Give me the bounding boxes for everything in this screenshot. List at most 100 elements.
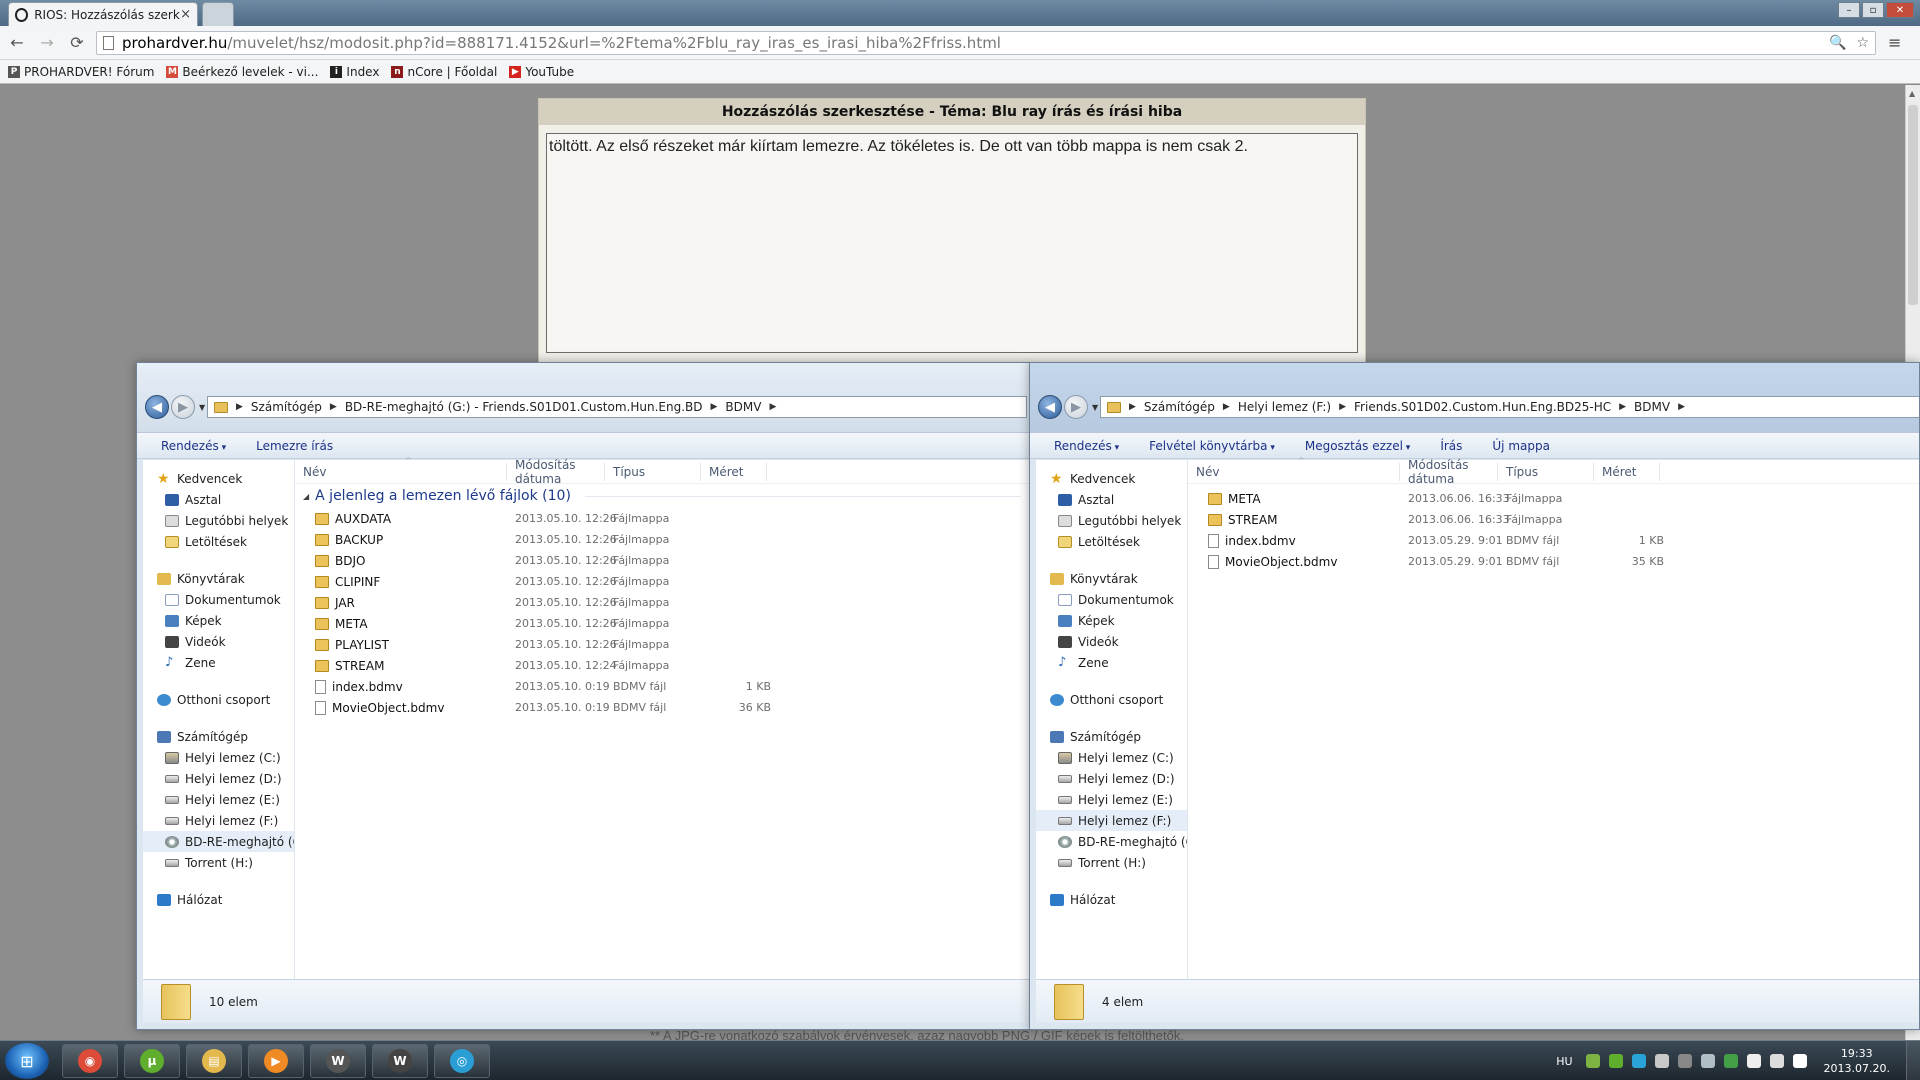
column-header-name[interactable]: Név	[1188, 462, 1400, 481]
nav-item[interactable]: Torrent (H:)	[1036, 852, 1187, 873]
taskbar-button[interactable]: W	[310, 1044, 366, 1078]
file-row[interactable]: META 2013.06.06. 16:33 Fájlmappa	[1188, 488, 1919, 509]
breadcrumb-arrow-icon[interactable]: ▶	[1223, 402, 1230, 412]
nav-item[interactable]: Asztal	[143, 489, 294, 510]
clock[interactable]: 19:33 2013.07.20.	[1824, 1046, 1890, 1076]
file-row[interactable]: index.bdmv 2013.05.10. 0:19 BDMV fájl 1 KB	[295, 676, 1029, 697]
nav-item[interactable]: Képek	[1036, 610, 1187, 631]
steam-tray-icon[interactable]	[1654, 1054, 1669, 1068]
nav-item[interactable]: Helyi lemez (D:)	[143, 768, 294, 789]
file-row[interactable]: META 2013.05.10. 12:26 Fájlmappa	[295, 613, 1029, 634]
file-row[interactable]: index.bdmv 2013.05.29. 9:01 BDMV fájl 1 KB	[1188, 530, 1919, 551]
column-header-date[interactable]: Módosítás dátuma	[507, 458, 605, 486]
display-icon[interactable]	[1769, 1054, 1784, 1068]
browser-menu-button[interactable]: ≡	[1888, 33, 1901, 52]
file-row[interactable]: PLAYLIST 2013.05.10. 12:26 Fájlmappa	[295, 634, 1029, 655]
flag-icon[interactable]	[1746, 1054, 1761, 1068]
nav-item[interactable]: Letöltések	[143, 531, 294, 552]
explorer-back-button[interactable]: ◀	[1038, 395, 1062, 419]
column-header-date[interactable]: Módosítás dátuma	[1400, 458, 1498, 486]
nav-item[interactable]: Hálózat	[1036, 889, 1187, 910]
nav-item[interactable]: Számítógép	[143, 726, 294, 747]
forward-button[interactable]: →	[34, 30, 60, 56]
nav-item[interactable]: Asztal	[1036, 489, 1187, 510]
column-header-size[interactable]: Méret	[1594, 462, 1660, 481]
nav-item[interactable]: BD-RE-meghajtó (G:	[143, 831, 294, 852]
bookmark-4[interactable]: ▶ YouTube	[509, 65, 574, 79]
explorer-address-bar[interactable]: ▶ Számítógép ▶ BD-RE-meghajtó (G:) - Friend…	[207, 396, 1027, 418]
column-header-name[interactable]: Név	[295, 462, 507, 481]
nav-item[interactable]: BD-RE-meghajtó (G:	[1036, 831, 1187, 852]
nav-item[interactable]: Képek	[143, 610, 294, 631]
bookmark-star-icon[interactable]: ☆	[1856, 35, 1869, 51]
tab-close-icon[interactable]: ×	[180, 7, 191, 22]
group-header[interactable]: ◢ A jelenleg a lemezen lévő fájlok (10)	[295, 484, 1029, 508]
file-row[interactable]: STREAM 2013.05.10. 12:24 Fájlmappa	[295, 655, 1029, 676]
taskbar-button[interactable]: W	[372, 1044, 428, 1078]
breadcrumb-arrow-icon[interactable]: ▶	[330, 402, 337, 412]
command-button[interactable]: Lemezre írás	[256, 439, 333, 453]
utorrent-tray-icon[interactable]	[1608, 1054, 1623, 1068]
nav-item[interactable]: Legutóbbi helyek	[143, 510, 294, 531]
nav-item[interactable]: Dokumentumok	[143, 589, 294, 610]
breadcrumb-arrow-icon[interactable]: ▶	[769, 402, 776, 412]
nav-item[interactable]: ♪ Zene	[143, 652, 294, 673]
show-desktop-button[interactable]	[1906, 1041, 1920, 1080]
breadcrumb-item[interactable]: Számítógép	[1144, 400, 1215, 414]
file-row[interactable]: MovieObject.bdmv 2013.05.10. 0:19 BDMV fáj…	[295, 697, 1029, 718]
command-button[interactable]: Új mappa	[1492, 439, 1550, 453]
file-row[interactable]: JAR 2013.05.10. 12:26 Fájlmappa	[295, 592, 1029, 613]
tray-app-2-icon[interactable]	[1700, 1054, 1715, 1068]
file-row[interactable]: BDJO 2013.05.10. 12:26 Fájlmappa	[295, 550, 1029, 571]
start-button[interactable]: ⊞	[5, 1043, 49, 1079]
nav-item[interactable]: Számítógép	[1036, 726, 1187, 747]
nav-item[interactable]: Otthoni csoport	[143, 689, 294, 710]
command-button[interactable]: Megosztás ezzel	[1305, 439, 1410, 453]
new-tab-button[interactable]	[202, 2, 234, 26]
bookmark-1[interactable]: M Beérkező levelek - vi...	[166, 65, 318, 79]
breadcrumb-arrow-icon[interactable]: ▶	[710, 402, 717, 412]
breadcrumb-item[interactable]: BD-RE-meghajtó (G:) - Friends.S01D01.Cus…	[345, 400, 703, 414]
nav-item[interactable]: Videók	[143, 631, 294, 652]
recent-pages-dropdown-icon[interactable]: ▼	[1092, 403, 1098, 412]
nav-item[interactable]: Könyvtárak	[143, 568, 294, 589]
taskbar-button[interactable]: ▤	[186, 1044, 242, 1078]
tray-misc-icon[interactable]	[1677, 1054, 1692, 1068]
nav-item[interactable]: Hálózat	[143, 889, 294, 910]
nav-item[interactable]: Könyvtárak	[1036, 568, 1187, 589]
explorer-forward-button[interactable]: ▶	[1064, 395, 1088, 419]
zoom-icon[interactable]: 🔍	[1829, 35, 1846, 51]
nav-item[interactable]: Helyi lemez (F:)	[1036, 810, 1187, 831]
breadcrumb-item[interactable]: BDMV	[725, 400, 761, 414]
breadcrumb-item[interactable]: BDMV	[1634, 400, 1670, 414]
nav-item[interactable]: Otthoni csoport	[1036, 689, 1187, 710]
breadcrumb-arrow-icon[interactable]: ▶	[1619, 402, 1626, 412]
file-row[interactable]: BACKUP 2013.05.10. 12:26 Fájlmappa	[295, 529, 1029, 550]
taskbar-button[interactable]: ◎	[434, 1044, 490, 1078]
bookmark-2[interactable]: i Index	[330, 65, 379, 79]
minimize-button[interactable]: –	[1838, 2, 1860, 18]
explorer-back-button[interactable]: ◀	[145, 395, 169, 419]
breadcrumb-item[interactable]: Helyi lemez (F:)	[1238, 400, 1331, 414]
tray-green-icon[interactable]	[1723, 1054, 1738, 1068]
nav-item[interactable]: Dokumentumok	[1036, 589, 1187, 610]
browser-tab-active[interactable]: RIOS: Hozzászólás szerkes ×	[8, 2, 198, 26]
nav-item[interactable]: Helyi lemez (E:)	[1036, 789, 1187, 810]
file-row[interactable]: CLIPINF 2013.05.10. 12:26 Fájlmappa	[295, 571, 1029, 592]
close-window-button[interactable]: ✕	[1886, 2, 1914, 18]
breadcrumb-arrow-icon[interactable]: ▶	[1678, 402, 1685, 412]
nav-item[interactable]: Legutóbbi helyek	[1036, 510, 1187, 531]
column-header-size[interactable]: Méret	[701, 462, 767, 481]
nav-item[interactable]: Torrent (H:)	[143, 852, 294, 873]
nav-item[interactable]: Letöltések	[1036, 531, 1187, 552]
nav-item[interactable]: ♪ Zene	[1036, 652, 1187, 673]
breadcrumb-item[interactable]: Számítógép	[251, 400, 322, 414]
file-row[interactable]: STREAM 2013.06.06. 16:33 Fájlmappa	[1188, 509, 1919, 530]
breadcrumb-item[interactable]: Friends.S01D02.Custom.Hun.Eng.BD25-HC	[1354, 400, 1611, 414]
collapse-triangle-icon[interactable]: ◢	[303, 492, 309, 501]
taskbar-button[interactable]: ▶	[248, 1044, 304, 1078]
explorer-forward-button[interactable]: ▶	[171, 395, 195, 419]
nav-item[interactable]: Videók	[1036, 631, 1187, 652]
nav-item[interactable]: ★ Kedvencek	[1036, 468, 1187, 489]
taskbar-button[interactable]: µ	[124, 1044, 180, 1078]
